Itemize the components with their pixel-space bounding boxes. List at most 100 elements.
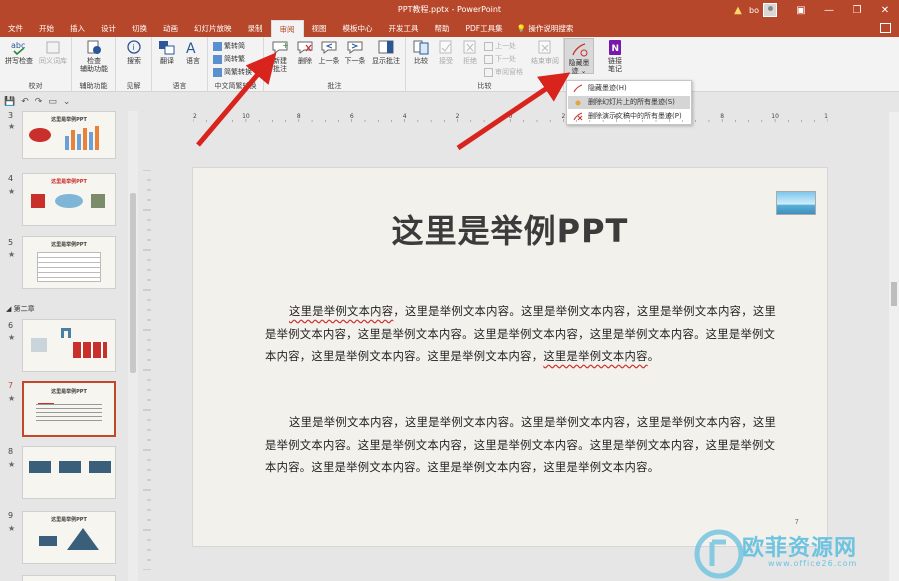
hide-ink-label-1: 隐藏墨 [568,59,590,67]
ink-underlined-text: 这里是举例文本内容 [543,350,648,363]
avatar[interactable] [763,3,777,17]
hide-ink-button[interactable]: 隐藏墨 迹 ⌄ [564,38,594,75]
slide-thumbnail-6[interactable] [22,319,116,372]
slide-paragraph-2[interactable]: 这里是举例文本内容，这里是举例文本内容。这里是举例文本内容，这里是举例文本内容，… [265,412,785,480]
save-icon[interactable]: 💾 [4,97,15,107]
tab-view[interactable]: 视图 [304,20,335,37]
ribbon-display-icon[interactable]: ▣ [787,5,815,16]
slide-title[interactable]: 这里是举例PPT [193,206,827,252]
linked-notes-button[interactable]: N 链接 笔记 [600,39,630,73]
linked-notes-label-2: 笔记 [608,65,622,73]
thumbnail-scrollbar[interactable] [128,111,138,581]
customize-qat-icon[interactable]: ⌄ [63,97,71,107]
show-comments-button[interactable]: 显示批注 [368,39,404,65]
delete-label: 删除 [298,57,312,65]
warning-icon[interactable]: ▲ [727,5,749,16]
check-accessibility-button[interactable]: 检查 辅助功能 [74,39,114,73]
comments-icon[interactable] [880,23,891,33]
section-header[interactable]: ◢ 第二章 [6,304,35,314]
user-name[interactable]: bo [749,6,759,15]
thumbnail-title: 这里是举例PPT [51,389,87,395]
to-traditional-button[interactable]: 简转繁 [213,54,245,64]
group-label-compare: 比较 [477,82,492,90]
slide-canvas[interactable]: 这里是举例PPT 这里是举例文本内容，这里是举例文本内容。这里是举例文本内容，这… [192,167,828,547]
undo-icon[interactable]: ↶ [21,97,29,107]
menu-item-delete-slide-ink[interactable]: 删除幻灯片上的所有墨迹(S) [568,96,690,109]
tab-review[interactable]: 审阅 [270,20,304,37]
thumbnail-chart [65,126,99,150]
to-simplified-button[interactable]: 繁转简 [213,41,245,51]
animation-star-icon: ★ [8,122,16,131]
compare-button[interactable]: 比较 [408,39,434,65]
spellcheck-icon: abc [11,41,25,56]
slide-thumbnail-9[interactable]: 这里是举例PPT [22,511,116,564]
slide-number: 4 [8,174,14,183]
hide-ink-label-2: 迹 [571,67,579,75]
slide-thumbnail-5[interactable]: 这里是举例PPT [22,236,116,289]
accept-icon [439,40,452,54]
tab-design[interactable]: 设计 [93,20,124,37]
tab-slideshow[interactable]: 幻灯片放映 [186,20,240,37]
next-change-button[interactable]: 下一处 [484,54,516,64]
slide-paragraph-1[interactable]: 这里是举例文本内容，这里是举例文本内容。这里是举例文本内容，这里是举例文本内容，… [265,301,785,369]
tab-file[interactable]: 文件 [0,20,31,37]
reviewing-pane-button[interactable]: 审阅窗格 [484,67,523,77]
tab-animations[interactable]: 动画 [155,20,186,37]
spell-check-button[interactable]: abc 拼写检查 [4,39,34,65]
slide-number: 5 [8,238,14,247]
thumbnail-title: 这里是举例PPT [51,117,87,123]
reject-button[interactable]: 拒绝 [458,39,482,65]
restore-button[interactable]: ❐ [843,5,871,16]
tab-template-center[interactable]: 模板中心 [335,20,381,37]
previous-change-button[interactable]: 上一处 [484,41,516,51]
previous-comment-button[interactable]: 上一条 [316,39,342,65]
search-button[interactable]: i 搜索 [120,39,148,65]
ruler-label: 8 [297,113,301,120]
minimize-button[interactable]: — [815,5,843,16]
new-comment-button[interactable]: + 新建 批注 [266,39,294,73]
group-compare: 比较 接受 拒绝 上一处 下一处 审阅窗格 结束审阅 比较 [406,37,564,92]
end-review-button[interactable]: 结束审阅 [528,39,562,65]
slide-thumbnail-10[interactable] [22,575,116,581]
tab-home[interactable]: 开始 [31,20,62,37]
tab-help[interactable]: 帮助 [427,20,458,37]
menu-item-hide-ink[interactable]: 隐藏墨迹(H) [568,82,690,95]
accept-button[interactable]: 接受 [434,39,458,65]
previous-label: 上一条 [318,57,340,65]
slide-scrollbar[interactable] [889,112,899,581]
thumbnail-logo [29,128,51,142]
ruler-label: 0 [509,113,513,120]
reviewing-pane-label: 审阅窗格 [495,68,523,76]
language-label: 语言 [186,57,200,65]
thumbnail-table [37,252,101,282]
tab-pdf-tools[interactable]: PDF工具集 [458,20,511,37]
tab-insert[interactable]: 插入 [62,20,93,37]
ruler-label: 12 [824,113,828,120]
slide-thumbnail-7[interactable]: 这里是举例PPT [22,381,116,437]
delete-comment-button[interactable]: 删除 [294,39,316,65]
redo-icon[interactable]: ↷ [35,97,43,107]
thumbnail-scroll-thumb[interactable] [130,193,136,373]
conversion-button[interactable]: 简繁转换 [213,67,252,77]
tab-developer[interactable]: 开发工具 [381,20,427,37]
language-button[interactable]: A 语言 [180,39,206,65]
ribbon-tabs: 文件 开始 插入 设计 切换 动画 幻灯片放映 录制 审阅 视图 模板中心 开发… [0,20,899,37]
slide-thumbnail-8[interactable] [22,446,116,499]
new-comment-label-1: 新建 [273,57,287,65]
group-label-chinese: 中文简繁转换 [214,82,257,90]
close-button[interactable]: ✕ [871,5,899,16]
thumbnail-shape [29,461,51,473]
thumbnail-shape [31,194,45,208]
tab-record[interactable]: 录制 [240,20,271,37]
thumbnail-title: 这里是举例PPT [51,242,87,248]
tell-me-search[interactable]: 💡 操作说明搜索 [517,20,574,37]
ruler-label: 8 [720,113,724,120]
slide-scroll-thumb[interactable] [891,282,897,306]
slide-thumbnail-4[interactable]: 这里是举例PPT [22,173,116,226]
tab-transitions[interactable]: 切换 [124,20,155,37]
slide-thumbnail-3[interactable]: 这里是举例PPT [22,111,116,159]
next-comment-button[interactable]: 下一条 [342,39,368,65]
translate-button[interactable]: 翻译 [154,39,180,65]
start-slideshow-icon[interactable]: ▭ [48,97,57,107]
thesaurus-button[interactable]: 同义词库 [36,39,70,65]
